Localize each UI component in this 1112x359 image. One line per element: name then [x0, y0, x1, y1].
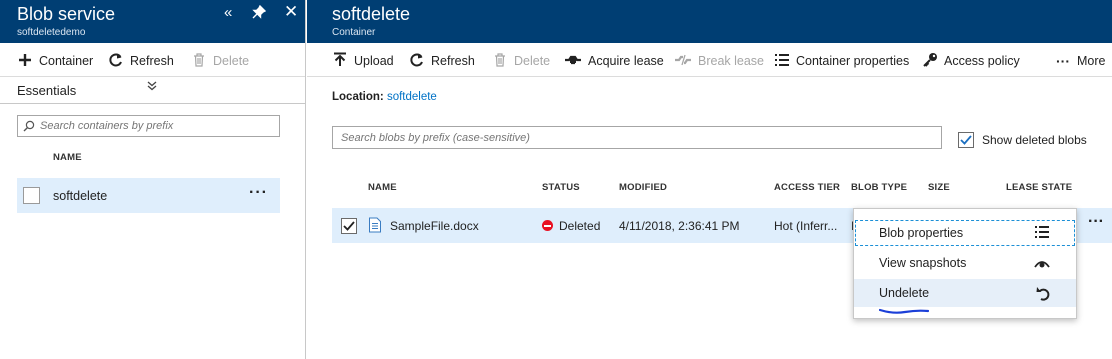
delete-button[interactable]: Delete	[191, 52, 249, 70]
blob-search	[332, 126, 942, 149]
collapse-icon[interactable]: «	[224, 4, 232, 21]
name-column-header: NAME	[53, 152, 82, 163]
container-row[interactable]: softdelete ···	[17, 178, 280, 213]
row-more-icon[interactable]: ···	[1088, 213, 1104, 231]
pin-icon[interactable]	[252, 4, 267, 23]
menu-item-view-snapshots[interactable]: View snapshots	[854, 249, 1076, 277]
annotation-underline	[878, 304, 930, 318]
col-header-size: SIZE	[928, 182, 950, 193]
list-icon	[1034, 225, 1050, 242]
blob-service-blade: Blob service softdeletedemo « ✕ Containe…	[0, 0, 306, 359]
more-button[interactable]: ··· More	[1055, 52, 1105, 70]
blade-title: Blob service	[17, 4, 116, 24]
status-text: Deleted	[559, 219, 601, 233]
blade-subtitle: Container	[332, 27, 376, 38]
delete-label: Delete	[514, 54, 551, 68]
double-chevron-down-icon	[147, 80, 157, 94]
trash-icon	[191, 52, 207, 70]
document-icon	[368, 217, 382, 236]
break-lease-label: Break lease	[698, 54, 765, 68]
essentials-label: Essentials	[17, 83, 77, 98]
refresh-label: Refresh	[130, 54, 174, 68]
upload-icon	[332, 52, 348, 70]
refresh-button[interactable]: Refresh	[108, 52, 174, 70]
upload-label: Upload	[354, 54, 394, 68]
menu-item-label: View snapshots	[879, 256, 967, 270]
container-properties-label: Container properties	[796, 54, 910, 68]
col-header-lease-state: LEASE STATE	[1006, 182, 1073, 193]
location-label: Location:	[332, 91, 384, 103]
blade-header: Blob service softdeletedemo « ✕	[0, 0, 305, 43]
acquire-lease-label: Acquire lease	[588, 54, 664, 68]
more-label: More	[1077, 54, 1106, 68]
delete-label: Delete	[213, 54, 250, 68]
essentials-toggle[interactable]: Essentials	[0, 77, 305, 104]
col-header-blob-type: BLOB TYPE	[851, 182, 908, 193]
ellipsis-icon: ···	[1056, 53, 1070, 69]
eye-icon	[1034, 258, 1050, 272]
show-deleted-toggle[interactable]: Show deleted blobs	[958, 132, 1087, 148]
menu-item-label: Blob properties	[879, 226, 964, 240]
menu-item-undelete[interactable]: Undelete	[854, 279, 1076, 314]
acquire-lease-button[interactable]: Acquire lease	[564, 52, 664, 70]
access-policy-button[interactable]: Access policy	[922, 52, 1020, 70]
blade-title: softdelete	[332, 4, 411, 24]
search-icon	[18, 120, 40, 132]
deleted-status-icon	[542, 220, 553, 231]
blob-access-tier: Hot (Inferr...	[774, 219, 838, 233]
blade-header: softdelete Container	[307, 0, 1112, 43]
break-lease-button[interactable]: Break lease	[674, 52, 764, 70]
container-label: Container	[39, 54, 94, 68]
container-search-input[interactable]	[40, 120, 270, 132]
blob-name: SampleFile.docx	[390, 219, 479, 233]
refresh-icon	[108, 52, 124, 71]
blob-context-menu: Blob properties View snapshots Undelete	[853, 208, 1077, 319]
delete-button[interactable]: Delete	[492, 52, 550, 70]
col-header-status: STATUS	[542, 182, 580, 193]
plus-icon	[17, 53, 33, 70]
container-search	[17, 115, 280, 137]
close-icon[interactable]: ✕	[284, 2, 298, 22]
blob-search-input[interactable]	[341, 131, 931, 144]
key-icon	[922, 52, 938, 71]
upload-button[interactable]: Upload	[332, 52, 394, 70]
lease-icon	[564, 53, 582, 69]
blade-subtitle: softdeletedemo	[17, 27, 86, 38]
container-properties-button[interactable]: Container properties	[774, 52, 909, 70]
refresh-label: Refresh	[431, 54, 475, 68]
blob-modified: 4/11/2018, 2:36:41 PM	[619, 219, 740, 233]
menu-item-label: Undelete	[879, 286, 930, 300]
row-checkbox[interactable]	[23, 187, 40, 204]
access-policy-label: Access policy	[944, 54, 1020, 68]
list-icon	[774, 53, 790, 70]
show-deleted-label: Show deleted blobs	[982, 133, 1087, 147]
refresh-icon	[409, 52, 425, 71]
add-container-button[interactable]: Container	[17, 52, 93, 70]
right-toolbar: Upload Refresh Delete Acquire lease Brea…	[307, 43, 1112, 77]
col-header-access-tier: ACCESS TIER	[774, 182, 841, 193]
broken-lease-icon	[674, 53, 692, 69]
menu-item-blob-properties[interactable]: Blob properties	[854, 219, 1076, 247]
location-link[interactable]: softdelete	[387, 91, 437, 103]
col-header-modified: MODIFIED	[619, 182, 668, 193]
col-header-name: NAME	[368, 182, 397, 193]
show-deleted-checkbox[interactable]	[958, 132, 974, 148]
refresh-button[interactable]: Refresh	[409, 52, 475, 70]
container-name: softdelete	[53, 189, 108, 203]
location: Location: softdelete	[332, 91, 437, 103]
blob-status: Deleted	[542, 219, 600, 233]
trash-icon	[492, 52, 508, 70]
undo-icon	[1036, 285, 1050, 304]
left-toolbar: Container Refresh Delete	[0, 43, 305, 77]
row-more-icon[interactable]: ···	[249, 184, 268, 202]
blob-row-checkbox[interactable]	[341, 218, 357, 234]
